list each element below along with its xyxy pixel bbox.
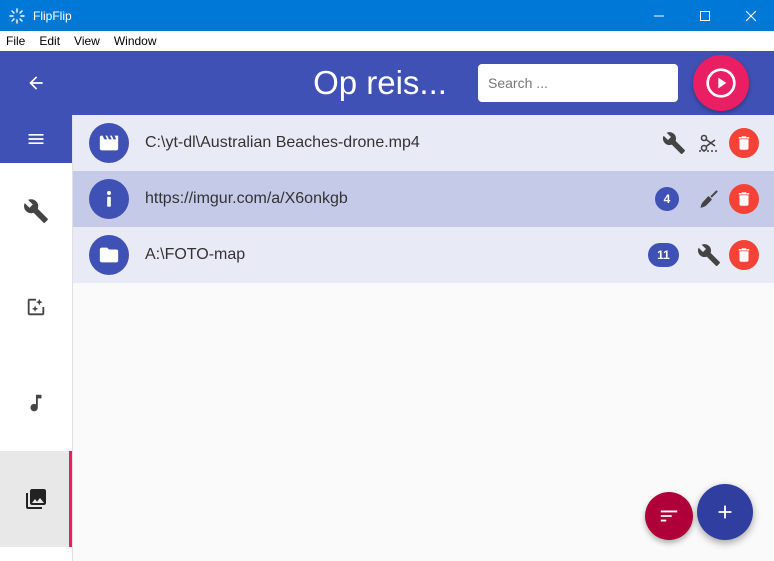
add-image-icon [27,298,45,316]
window-title: FlipFlip [33,8,72,23]
nav-sources[interactable] [0,451,72,547]
source-options-button[interactable] [660,129,688,157]
minimize-icon [654,15,664,16]
delete-source-button[interactable] [729,240,759,270]
broom-icon [700,190,718,208]
source-type-avatar[interactable] [89,123,129,163]
nav-drawer [0,115,73,561]
wrench-icon [697,244,720,266]
delete-source-button[interactable] [729,128,759,158]
drawer-toggle-button[interactable] [0,115,72,163]
nav-audio[interactable] [0,355,72,451]
photo-library-icon [26,489,46,509]
sort-button[interactable] [645,492,693,540]
close-button[interactable] [728,0,774,31]
minimize-button[interactable] [636,0,682,31]
window-titlebar: FlipFlip [0,0,774,31]
nav-effects[interactable] [0,259,72,355]
source-row-video[interactable]: C:\yt-dl\Australian Beaches-drone.mp4 [73,115,774,171]
scene-title[interactable]: Op reis... [280,61,480,105]
source-type-avatar[interactable] [89,179,129,219]
source-clip-button[interactable] [695,129,723,157]
source-row-folder[interactable]: A:\FOTO-map 11 [73,227,774,283]
arrow-left-icon [29,76,43,90]
source-count-badge: 11 [648,243,679,267]
source-path[interactable]: https://imgur.com/a/X6onkgb [145,171,348,227]
source-count-badge: 4 [655,187,679,211]
maximize-icon [700,10,710,21]
menu-view[interactable]: View [67,31,107,51]
source-list: C:\yt-dl\Australian Beaches-drone.mp4 ht… [73,115,774,283]
close-icon [746,10,756,21]
clip-icon [699,134,717,152]
menu-bar: File Edit View Window [0,31,774,51]
search-input[interactable] [478,64,678,102]
folder-icon [99,247,119,263]
play-circle-icon [706,68,736,98]
add-source-button[interactable] [697,484,753,540]
sort-icon [660,510,678,522]
delete-source-button[interactable] [729,184,759,214]
trash-icon [738,248,750,262]
menu-icon [28,134,44,144]
wrench-icon [24,199,48,223]
maximize-button[interactable] [682,0,728,31]
trash-icon [738,136,750,150]
back-button[interactable] [22,69,50,97]
music-note-icon [30,394,42,412]
source-path[interactable]: C:\yt-dl\Australian Beaches-drone.mp4 [145,115,420,171]
source-options-button[interactable] [695,241,723,269]
app-bar: Op reis... [0,51,774,115]
menu-window[interactable]: Window [107,31,164,51]
wrench-icon [662,132,685,154]
trash-icon [738,192,750,206]
nav-options[interactable] [0,163,72,259]
plus-icon [718,505,732,519]
menu-file[interactable]: File [0,31,32,51]
source-type-avatar[interactable] [89,235,129,275]
source-clean-button[interactable] [695,185,723,213]
movie-icon [99,135,119,151]
source-path[interactable]: A:\FOTO-map [145,227,245,283]
menu-edit[interactable]: Edit [32,31,67,51]
info-icon [106,191,112,207]
play-button[interactable] [693,55,749,111]
app-logo-icon [9,7,25,24]
source-row-url[interactable]: https://imgur.com/a/X6onkgb 4 [73,171,774,227]
